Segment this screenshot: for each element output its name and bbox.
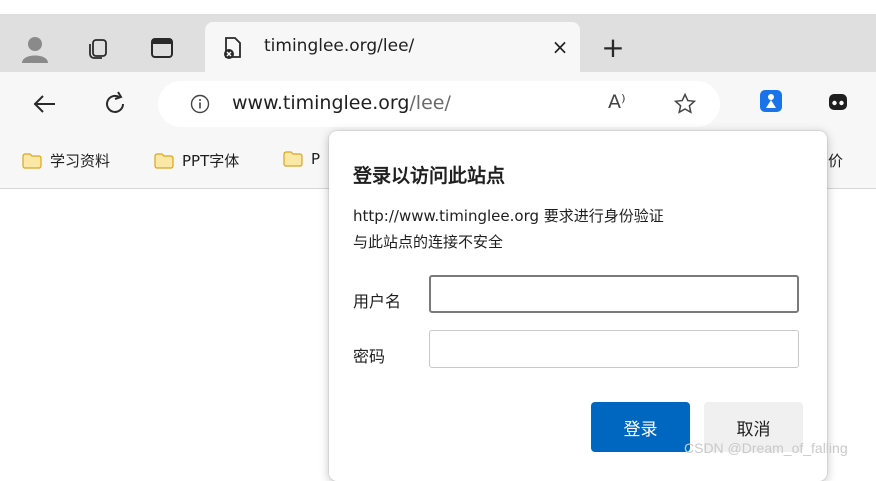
- dialog-title: 登录以访问此站点: [353, 165, 506, 187]
- bookmark-folder-study[interactable]: 学习资料: [22, 150, 110, 171]
- extension-icon[interactable]: [760, 90, 782, 112]
- folder-icon: [22, 152, 42, 169]
- extension-mask-icon[interactable]: [826, 90, 850, 114]
- new-tab-button[interactable]: +: [598, 33, 628, 63]
- read-aloud-icon[interactable]: A⁾: [608, 91, 626, 113]
- back-arrow-icon[interactable]: [30, 89, 60, 119]
- bookmark-label: PPT字体: [182, 152, 240, 170]
- profile-avatar-icon[interactable]: [20, 33, 50, 65]
- address-url[interactable]: www.timinglee.org/lee/: [232, 92, 451, 114]
- favorite-star-icon[interactable]: [673, 92, 697, 116]
- folder-icon: [154, 152, 174, 169]
- watermark: CSDN @Dream_of_falling: [684, 440, 848, 456]
- password-input[interactable]: [429, 330, 799, 368]
- site-info-icon[interactable]: [190, 94, 210, 114]
- toolbar: www.timinglee.org/lee/ A⁾: [0, 72, 876, 134]
- bookmark-label: 学习资料: [50, 152, 111, 170]
- bookmark-folder-p[interactable]: P: [283, 150, 320, 168]
- username-input[interactable]: [429, 275, 799, 313]
- auth-dialog: 登录以访问此站点 http://www.timinglee.org 要求进行身份…: [329, 131, 827, 481]
- address-bar[interactable]: www.timinglee.org/lee/ A⁾: [158, 81, 720, 127]
- url-path: /lee/: [409, 92, 451, 114]
- bookmark-folder-ppt[interactable]: PPT字体: [154, 150, 239, 171]
- refresh-icon[interactable]: [100, 89, 130, 119]
- tab-bar: timinglee.org/lee/ × +: [0, 0, 876, 72]
- bookmark-label: 价: [828, 152, 844, 170]
- url-host: www.timinglee.org: [232, 92, 410, 114]
- bookmark-item-truncated[interactable]: 价: [828, 150, 843, 171]
- tab-close-icon[interactable]: ×: [547, 34, 573, 60]
- username-label: 用户名: [353, 292, 402, 311]
- page-insecure-icon: [222, 36, 244, 60]
- password-label: 密码: [353, 347, 386, 366]
- vertical-tabs-icon[interactable]: [147, 33, 177, 63]
- tab-title: timinglee.org/lee/: [264, 36, 415, 56]
- bookmark-label: P: [311, 150, 321, 168]
- workspaces-icon[interactable]: [84, 33, 114, 63]
- dialog-message-line2: 与此站点的连接不安全: [353, 233, 504, 251]
- dialog-message: http://www.timinglee.org 要求进行身份验证 与此站点的连…: [353, 203, 664, 255]
- tab-active[interactable]: timinglee.org/lee/ ×: [205, 22, 580, 72]
- login-button[interactable]: 登录: [591, 402, 690, 452]
- window-top-strip: [0, 0, 876, 14]
- folder-icon: [283, 151, 303, 167]
- dialog-message-line1: http://www.timinglee.org 要求进行身份验证: [353, 207, 664, 225]
